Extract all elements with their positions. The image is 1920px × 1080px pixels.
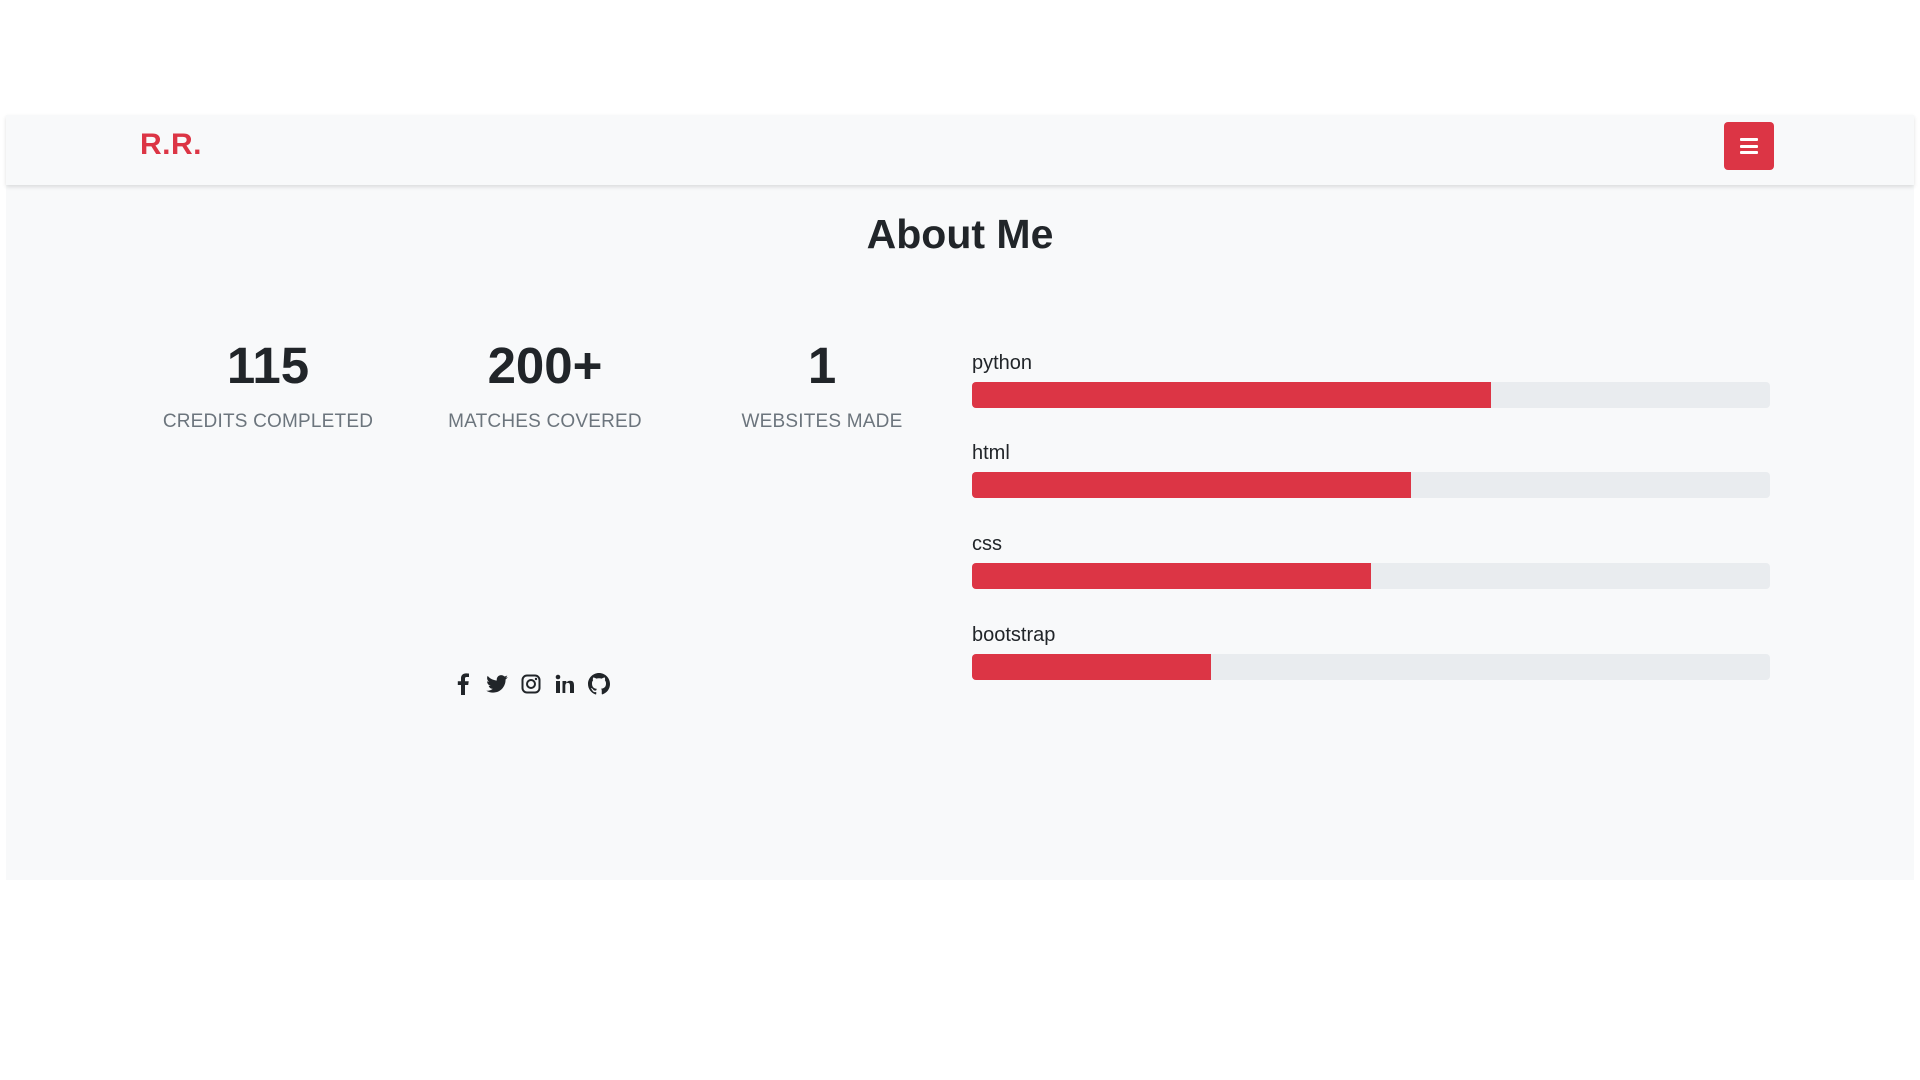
navbar: R.R. — [6, 115, 1914, 185]
stat-label: MATCHES COVERED — [448, 411, 642, 432]
hamburger-icon — [1740, 138, 1758, 154]
progress-track — [972, 654, 1770, 680]
progress-track — [972, 472, 1770, 498]
stat-number: 1 — [807, 337, 837, 394]
progress-fill — [972, 563, 1371, 589]
linkedin-icon[interactable] — [554, 673, 576, 695]
stat-label: CREDITS COMPLETED — [162, 411, 374, 432]
progress-track — [972, 382, 1770, 408]
progress-fill — [972, 654, 1212, 680]
skill-name: bootstrap — [972, 624, 1056, 646]
stat-number: 200+ — [487, 337, 603, 394]
skill-name: python — [972, 352, 1033, 374]
about-page: R.R. About Me 115 CREDITS COMPLETED 200+… — [6, 115, 1914, 880]
instagram-icon[interactable] — [520, 673, 542, 695]
facebook-icon[interactable] — [452, 673, 474, 695]
brand-logo[interactable]: R.R. — [140, 128, 202, 162]
skill-css: css — [972, 531, 1770, 589]
stat-matches: 200+ MATCHES COVERED — [415, 340, 675, 433]
twitter-icon[interactable] — [486, 673, 508, 695]
stat-label: WEBSITES MADE — [741, 411, 903, 432]
github-icon[interactable] — [588, 673, 610, 695]
social-links — [452, 672, 610, 696]
progress-fill — [972, 472, 1411, 498]
progress-fill — [972, 382, 1491, 408]
stat-credits: 115 CREDITS COMPLETED — [138, 340, 398, 433]
progress-track — [972, 563, 1770, 589]
menu-toggle-button[interactable] — [1724, 122, 1774, 170]
skill-python: python — [972, 350, 1770, 408]
skill-html: html — [972, 440, 1770, 498]
stat-websites: 1 WEBSITES MADE — [692, 340, 952, 433]
skill-bootstrap: bootstrap — [972, 622, 1770, 680]
skill-name: html — [972, 442, 1010, 464]
section-title: About Me — [866, 211, 1054, 257]
skill-name: css — [972, 533, 1002, 555]
stat-number: 115 — [226, 337, 310, 394]
